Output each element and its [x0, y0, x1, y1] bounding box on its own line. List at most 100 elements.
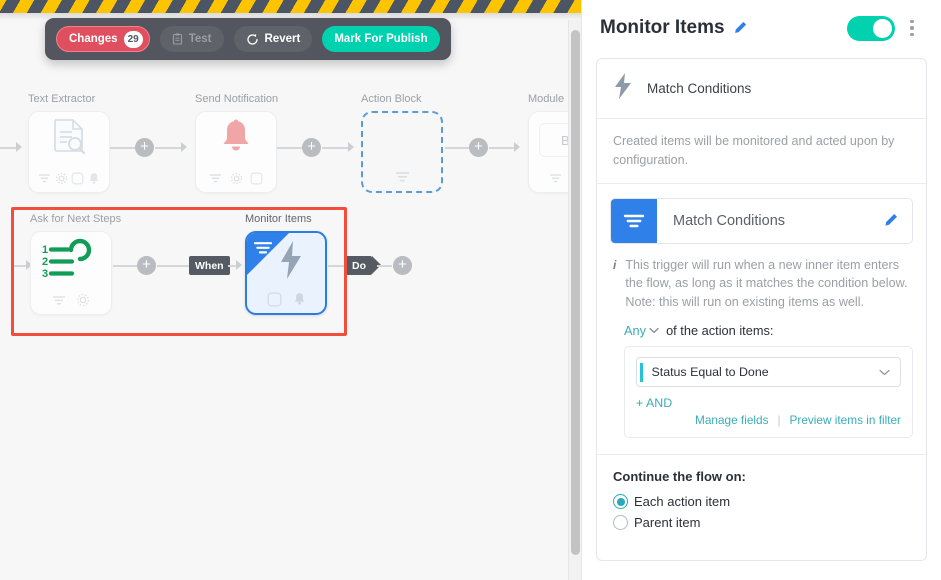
radio-label: Parent item — [634, 515, 700, 530]
checkbox-icon[interactable] — [71, 172, 84, 185]
add-and-condition-link[interactable]: + AND — [636, 396, 901, 410]
continue-flow-title: Continue the flow on: — [613, 469, 910, 484]
node-card-selected[interactable] — [245, 231, 327, 315]
node-icon-area — [196, 112, 276, 168]
filter-icon[interactable] — [52, 295, 66, 306]
node-label: Send Notification — [195, 93, 278, 105]
document-search-icon — [49, 117, 89, 164]
connector-line — [155, 147, 182, 149]
match-conditions-inner-card[interactable]: Match Conditions — [610, 198, 913, 244]
node-card[interactable] — [195, 111, 277, 193]
connector-line — [328, 265, 346, 267]
filter-icon[interactable] — [209, 173, 222, 184]
filter-conditions-box: Status Equal to Done + AND Manage fields… — [624, 346, 913, 438]
checkbox-icon[interactable] — [267, 292, 282, 307]
node-footer-icons — [196, 168, 276, 188]
chevron-down-icon[interactable] — [649, 327, 659, 334]
match-conditions-title: Match Conditions — [647, 81, 751, 96]
trigger-note-text: This trigger will run when a new inner i… — [625, 256, 913, 312]
kebab-menu-icon[interactable] — [901, 20, 923, 37]
pencil-icon[interactable] — [883, 199, 912, 243]
node-send-notification[interactable]: Send Notification — [195, 93, 278, 193]
monitor-items-side-panel: Monitor Items Match Conditions Created i… — [581, 0, 941, 580]
filter-icon[interactable] — [254, 241, 272, 260]
continue-flow-section: Continue the flow on: Each action item P… — [597, 454, 926, 552]
radio-dot-unselected[interactable] — [613, 515, 628, 530]
node-footer-icons — [29, 168, 109, 188]
connector-line — [113, 265, 140, 267]
filter-icon[interactable] — [549, 173, 562, 184]
node-card[interactable]: 1 2 3 — [30, 231, 112, 315]
node-label: Monitor Items — [245, 213, 327, 225]
refresh-icon — [246, 33, 259, 46]
revert-button[interactable]: Revert — [234, 26, 313, 52]
node-footer-icons — [247, 289, 325, 309]
filter-icon[interactable] — [395, 171, 410, 183]
bell-icon[interactable] — [88, 172, 100, 185]
trigger-note: i This trigger will run when a new inner… — [597, 244, 926, 316]
node-monitor-items[interactable]: Monitor Items — [245, 213, 327, 315]
changes-button[interactable]: Changes 29 — [56, 26, 150, 52]
node-action-block[interactable]: Action Block — [361, 93, 443, 193]
condition-select[interactable]: Status Equal to Done — [636, 357, 901, 387]
mark-for-publish-button[interactable]: Mark For Publish — [322, 26, 439, 52]
connector-line — [377, 265, 392, 267]
panel-header: Monitor Items — [596, 0, 927, 56]
gear-icon[interactable] — [55, 172, 68, 185]
connector-line — [157, 265, 189, 267]
preview-items-link[interactable]: Preview items in filter — [790, 413, 901, 427]
connector-line — [322, 147, 349, 149]
publish-label: Mark For Publish — [334, 33, 427, 45]
svg-text:3: 3 — [42, 268, 48, 280]
enable-toggle[interactable] — [847, 16, 895, 41]
svg-text:2: 2 — [42, 256, 48, 268]
info-icon: i — [613, 256, 616, 312]
when-badge: When — [189, 256, 230, 275]
connector-line — [110, 147, 137, 149]
node-text-extractor[interactable]: Text Extractor — [28, 93, 110, 193]
any-row-suffix: of the action items: — [666, 323, 773, 338]
any-dropdown-link[interactable]: Any — [624, 323, 646, 338]
gear-icon[interactable] — [230, 172, 243, 185]
condition-value: Status Equal to Done — [643, 365, 880, 379]
add-step-button[interactable]: + — [469, 138, 488, 157]
chevron-down-icon[interactable] — [879, 369, 900, 376]
any-condition-row: Any of the action items: — [597, 315, 926, 338]
add-step-button[interactable]: + — [135, 138, 154, 157]
bell-icon[interactable] — [293, 292, 306, 306]
test-button[interactable]: Test — [160, 26, 224, 52]
node-footer-icons — [31, 290, 111, 310]
connector-arrow — [181, 142, 187, 152]
node-footer-icons — [363, 167, 441, 187]
add-step-button[interactable]: + — [302, 138, 321, 157]
pencil-icon[interactable] — [733, 21, 747, 35]
radio-parent-item[interactable]: Parent item — [613, 515, 910, 530]
radio-label: Each action item — [634, 494, 730, 509]
filter-icon[interactable] — [38, 173, 51, 184]
node-label: Action Block — [361, 93, 443, 105]
flow-canvas[interactable]: Changes 29 Test Revert Mark For Publish — [0, 0, 581, 580]
manage-fields-link[interactable]: Manage fields — [695, 413, 768, 427]
svg-text:1: 1 — [42, 244, 48, 256]
match-inner-title: Match Conditions — [657, 199, 883, 243]
canvas-scrollbar-track[interactable] — [568, 20, 581, 580]
node-card[interactable] — [28, 111, 110, 193]
clipboard-icon — [172, 33, 183, 45]
connector-arrow — [514, 142, 520, 152]
connector-line — [445, 147, 471, 149]
canvas-scrollbar-thumb[interactable] — [571, 30, 580, 555]
radio-each-action-item[interactable]: Each action item — [613, 494, 910, 509]
node-label: Text Extractor — [28, 93, 110, 105]
radio-dot-selected[interactable] — [613, 494, 628, 509]
gear-icon[interactable] — [76, 293, 90, 307]
match-inner-wrapper: Match Conditions — [597, 184, 926, 244]
checkbox-icon[interactable] — [250, 172, 263, 185]
node-icon-area — [29, 112, 109, 168]
changes-count-badge: 29 — [124, 31, 143, 48]
node-card-placeholder[interactable] — [361, 111, 443, 193]
node-ask-for-next-steps[interactable]: Ask for Next Steps 1 2 3 — [30, 213, 121, 315]
add-step-button[interactable]: + — [137, 256, 156, 275]
match-conditions-card: Match Conditions Created items will be m… — [596, 58, 927, 561]
bell-icon — [216, 117, 256, 164]
add-step-button[interactable]: + — [393, 256, 412, 275]
